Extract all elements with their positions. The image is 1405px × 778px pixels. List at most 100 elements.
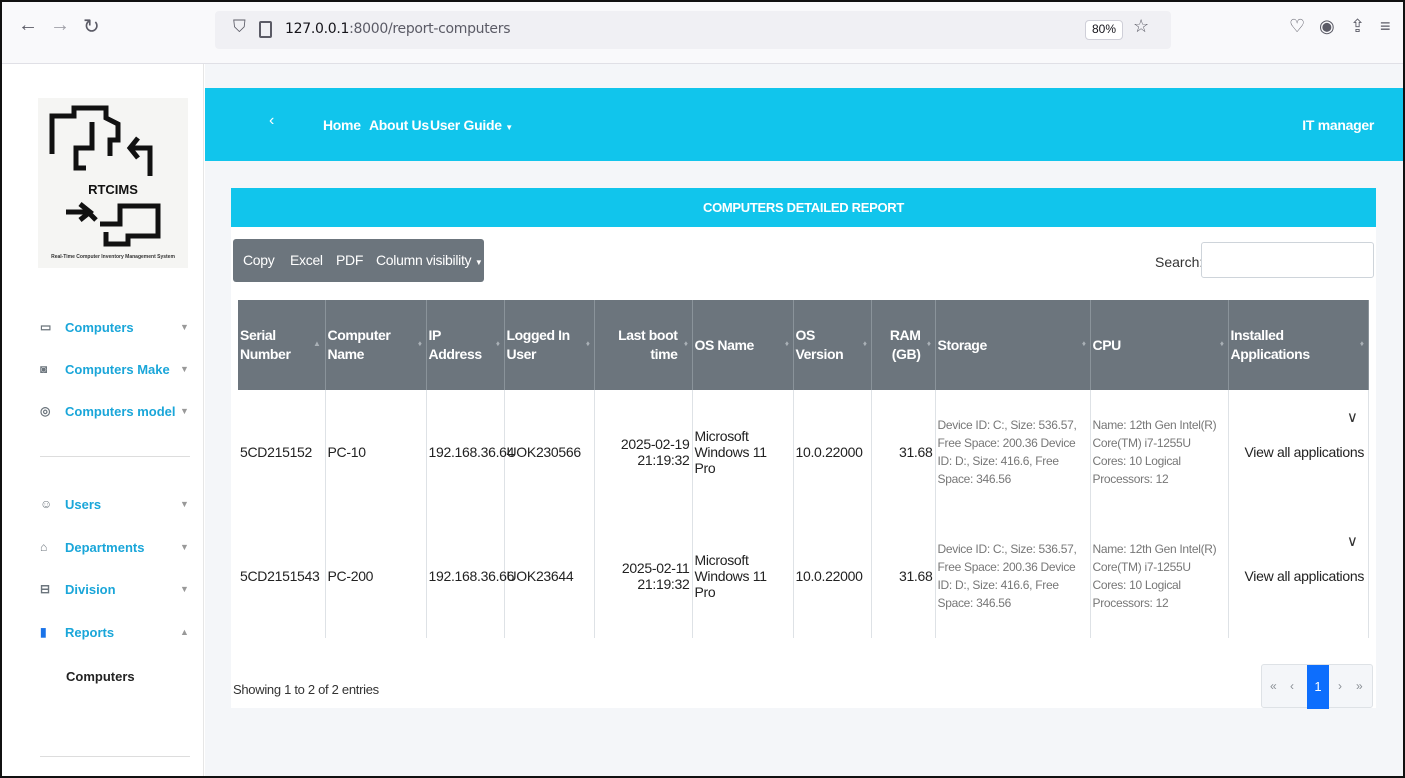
pager-next[interactable]: › (1338, 679, 1342, 693)
sort-icon: ♦ (1359, 339, 1364, 348)
account-icon[interactable]: ◉ (1319, 16, 1335, 37)
pager-prev[interactable]: ‹ (1290, 679, 1294, 693)
column-header-os-version[interactable]: OS Version ♦ (793, 300, 872, 390)
column-header-ram[interactable]: RAM (GB) ♦ (871, 300, 936, 390)
reload-icon[interactable]: ↻ (83, 14, 100, 39)
pdf-button[interactable]: PDF (336, 252, 363, 268)
table-row: 5CD215152 PC-10 192.168.36.64 UOK230566 … (238, 390, 1369, 514)
computers-table: Serial Number ▲ Computer Name ♦ IP Address… (238, 300, 1369, 638)
column-header-serial-number[interactable]: Serial Number ▲ (238, 300, 326, 390)
sidebar-item-computers[interactable]: ▭ Computers ▼ (40, 319, 190, 339)
nav-home[interactable]: Home (323, 117, 361, 133)
chevron-down-icon: ▼ (180, 322, 189, 332)
pager-first[interactable]: « (1270, 679, 1277, 693)
caret-down-icon: ▼ (505, 123, 513, 132)
export-button-group: Copy Excel PDF Column visibility ▼ (233, 239, 484, 282)
pager-last[interactable]: » (1356, 679, 1363, 693)
column-header-cpu[interactable]: CPU ♦ (1090, 300, 1229, 390)
building-icon: ⌂ (40, 540, 48, 554)
sort-icon: ♦ (495, 339, 500, 348)
page-icon (259, 21, 272, 38)
excel-button[interactable]: Excel (290, 252, 323, 268)
sidebar-item-computers-model[interactable]: ◎ Computers model ▼ (40, 403, 190, 423)
address-bar[interactable]: ⛉ 127.0.0.1:8000/report-computers 80% ☆ (215, 11, 1171, 49)
column-header-storage[interactable]: Storage ♦ (935, 300, 1091, 390)
division-icon: ⊟ (40, 582, 51, 596)
logo-subtitle: Real-Time Computer Inventory Management … (51, 254, 175, 260)
chevron-down-icon[interactable]: ∨ (1347, 408, 1358, 426)
chevron-down-icon: ▼ (180, 542, 189, 552)
pagination: « ‹ 1 › » (1261, 664, 1373, 709)
cell-ip: 192.168.36.66 (426, 514, 514, 638)
sidebar-item-departments[interactable]: ⌂ Departments ▼ (40, 539, 190, 559)
chevron-down-icon[interactable]: ∨ (1347, 532, 1358, 550)
report-card: COMPUTERS DETAILED REPORT Copy Excel PDF… (231, 188, 1376, 709)
cell-user: UOK230566 (504, 390, 595, 514)
menu-icon[interactable]: ≡ (1380, 16, 1391, 37)
disc-outline-icon: ◎ (40, 404, 51, 418)
browser-toolbar: ← → ↻ ⛉ 127.0.0.1:8000/report-computers … (2, 2, 1403, 64)
cell-os-name: Microsoft Windows 11 Pro (692, 390, 794, 514)
sort-icon: ♦ (683, 339, 688, 348)
document-icon: ▮ (40, 625, 47, 639)
cell-storage: Device ID: C:, Size: 536.57, Free Space:… (935, 514, 1091, 638)
column-header-ip-address[interactable]: IP Address ♦ (426, 300, 505, 390)
sidebar-item-division[interactable]: ⊟ Division ▼ (40, 581, 190, 601)
extensions-icon[interactable]: ⇪ (1350, 16, 1365, 37)
cell-computer-name: PC-200 (325, 514, 427, 638)
cell-os-name: Microsoft Windows 11 Pro (692, 514, 794, 638)
sidebar-divider (40, 456, 190, 457)
collapse-sidebar-icon[interactable]: ‹ (269, 112, 274, 130)
cell-boot-time: 2025-02-11 21:19:32 (594, 514, 693, 638)
pager-page-1[interactable]: 1 (1307, 665, 1329, 709)
column-visibility-button[interactable]: Column visibility ▼ (376, 252, 483, 268)
cell-os-version: 10.0.22000 (793, 390, 872, 514)
sort-icon: ♦ (784, 339, 789, 348)
column-header-os-name[interactable]: OS Name ♦ (692, 300, 794, 390)
app-header: ‹ Home About Us User Guide ▼ IT manager (205, 88, 1403, 161)
url-text[interactable]: 127.0.0.1:8000/report-computers (285, 21, 511, 37)
cell-ip: 192.168.36.64 (426, 390, 514, 514)
nav-about-us[interactable]: About Us (369, 117, 429, 133)
view-all-applications-link[interactable]: View all applications (1245, 443, 1365, 461)
cell-boot-time: 2025-02-19 21:19:32 (594, 390, 693, 514)
chevron-up-icon: ▲ (180, 627, 189, 637)
chevron-down-icon: ▼ (180, 364, 189, 374)
column-header-installed-applications[interactable]: Installed Applications ♦ (1228, 300, 1369, 390)
sidebar-item-computers-make[interactable]: ◙ Computers Make ▼ (40, 361, 190, 381)
sidebar-item-reports[interactable]: ▮ Reports ▲ (40, 624, 190, 644)
forward-arrow-icon[interactable]: → (50, 14, 70, 37)
sort-icon: ♦ (417, 339, 422, 348)
cell-ram: 31.68 (871, 390, 936, 514)
sort-icon: ♦ (585, 339, 590, 348)
shield-icon[interactable]: ⛉ (233, 17, 246, 37)
report-title: COMPUTERS DETAILED REPORT (231, 188, 1376, 227)
column-header-logged-in-user[interactable]: Logged In User ♦ (504, 300, 595, 390)
sidebar-subitem-computers[interactable]: Computers (66, 669, 135, 684)
cell-installed-apps[interactable]: View all applications ∨ (1228, 514, 1369, 638)
cell-serial: 5CD2151543 (238, 514, 326, 638)
user-menu[interactable]: IT manager (1302, 117, 1374, 133)
main-content: ‹ Home About Us User Guide ▼ IT manager … (205, 64, 1403, 776)
view-all-applications-link[interactable]: View all applications (1245, 567, 1365, 585)
pocket-icon[interactable]: ♡ (1289, 16, 1305, 37)
sidebar-item-users[interactable]: ☺ Users ▼ (40, 496, 190, 516)
column-header-last-boot-time[interactable]: Last boot time ♦ (594, 300, 693, 390)
chevron-down-icon: ▼ (180, 406, 189, 416)
cell-installed-apps[interactable]: View all applications ∨ (1228, 390, 1369, 514)
back-arrow-icon[interactable]: ← (18, 14, 38, 37)
nav-user-guide[interactable]: User Guide ▼ (430, 117, 513, 133)
sidebar: RTCIMS Real-Time Computer Inventory Mana… (4, 64, 204, 776)
sidebar-divider (40, 756, 190, 757)
chevron-down-icon: ▼ (180, 584, 189, 594)
cell-os-version: 10.0.22000 (793, 514, 872, 638)
search-label: Search: (1155, 254, 1204, 270)
bookmark-star-icon[interactable]: ☆ (1133, 16, 1149, 37)
copy-button[interactable]: Copy (243, 252, 275, 268)
zoom-level-badge[interactable]: 80% (1085, 20, 1124, 40)
sort-icon: ♦ (926, 339, 931, 348)
cell-user: UOK23644 (504, 514, 595, 638)
search-input[interactable] (1201, 242, 1374, 278)
column-header-computer-name[interactable]: Computer Name ♦ (325, 300, 427, 390)
sort-icon: ♦ (1219, 339, 1224, 348)
